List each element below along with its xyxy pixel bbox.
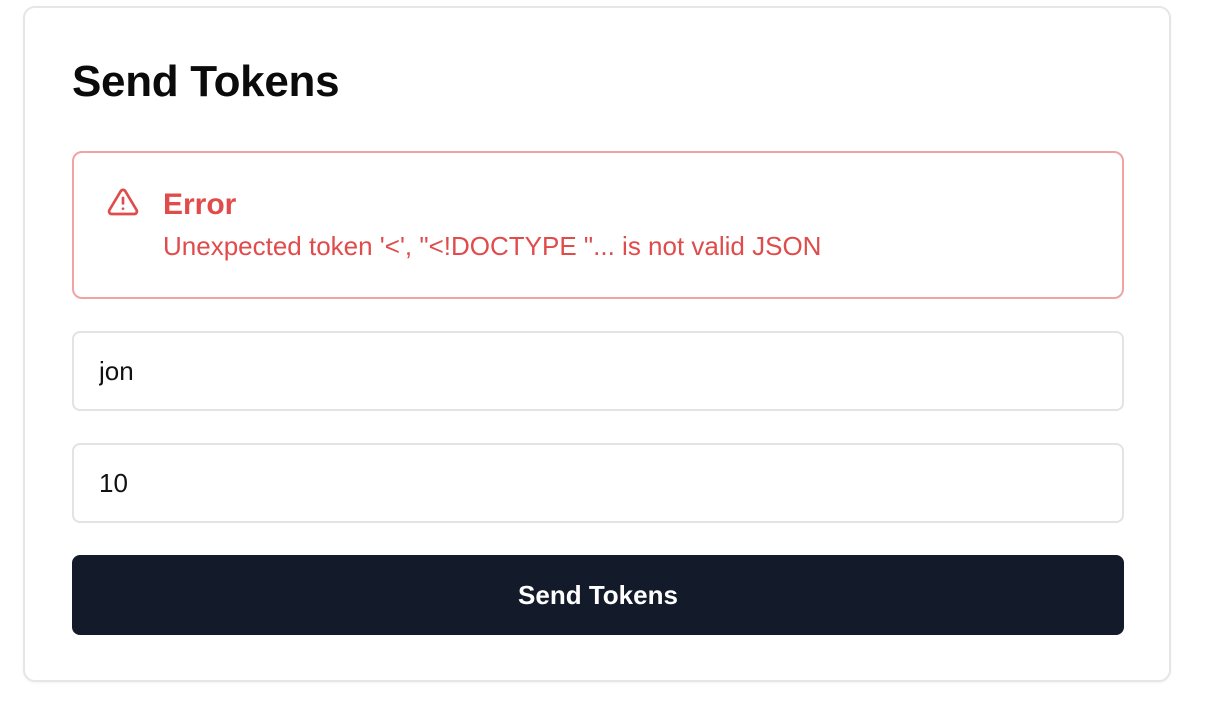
page-title: Send Tokens [72, 57, 340, 106]
recipient-input[interactable] [72, 331, 1124, 411]
send-tokens-button[interactable]: Send Tokens [72, 555, 1124, 635]
error-alert-title: Error [163, 188, 237, 221]
error-alert-message: Unexpected token '<', "<!DOCTYPE "... is… [163, 231, 822, 261]
error-alert: Error Unexpected token '<', "<!DOCTYPE "… [72, 151, 1124, 299]
amount-input[interactable] [72, 443, 1124, 523]
warning-triangle-icon [107, 186, 139, 218]
